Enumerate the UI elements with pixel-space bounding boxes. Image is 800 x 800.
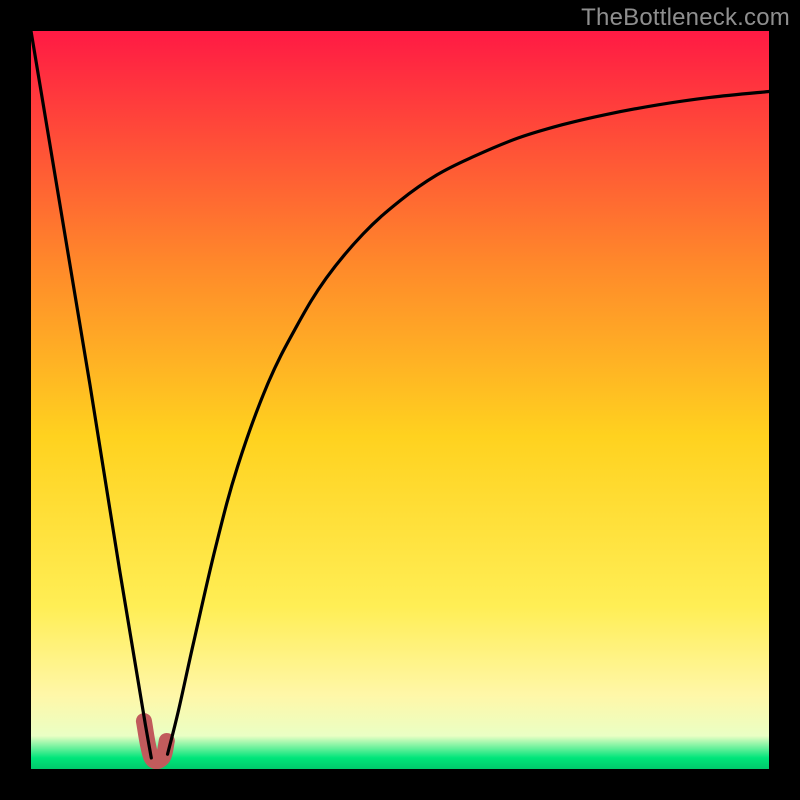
plot-svg <box>31 31 769 769</box>
watermark-text: TheBottleneck.com <box>581 4 790 32</box>
plot-area <box>31 31 769 769</box>
chart-stage: TheBottleneck.com <box>0 0 800 800</box>
gradient-background <box>31 31 769 769</box>
